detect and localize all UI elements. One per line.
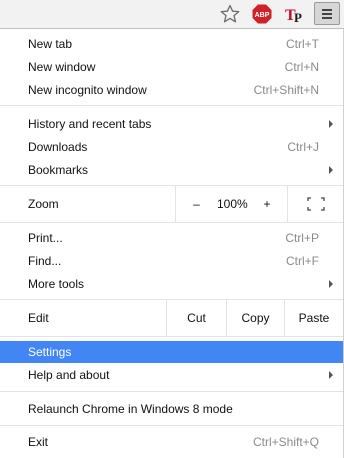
chrome-main-menu: New tab Ctrl+T New window Ctrl+N New inc… — [0, 28, 344, 458]
cut-button[interactable]: Cut — [166, 300, 226, 336]
menu-item-label: Downloads — [28, 140, 88, 154]
menu-item-exit[interactable]: Exit Ctrl+Shift+Q — [0, 431, 343, 453]
zoom-row: Zoom – 100% + — [0, 186, 343, 222]
tp-extension-icon[interactable]: T P — [283, 3, 307, 25]
cut-label: Cut — [187, 311, 206, 325]
tp-letter-p: P — [294, 10, 302, 25]
paste-button[interactable]: Paste — [284, 300, 343, 336]
submenu-arrow-icon — [329, 371, 333, 379]
menu-item-find[interactable]: Find... Ctrl+F — [0, 250, 343, 272]
menu-item-relaunch-windows-8[interactable]: Relaunch Chrome in Windows 8 mode — [0, 398, 343, 420]
zoom-out-button[interactable]: – — [175, 186, 217, 222]
menu-item-print[interactable]: Print... Ctrl+P — [0, 227, 343, 249]
menu-item-shortcut: Ctrl+P — [285, 231, 319, 245]
copy-label: Copy — [241, 311, 270, 325]
menu-item-new-incognito-window[interactable]: New incognito window Ctrl+Shift+N — [0, 79, 343, 101]
menu-item-shortcut: Ctrl+J — [287, 140, 319, 154]
menu-item-label: New tab — [28, 37, 73, 51]
zoom-in-button[interactable]: + — [247, 186, 287, 222]
submenu-arrow-icon — [329, 120, 333, 128]
menu-separator — [0, 222, 343, 223]
menu-item-label: Find... — [28, 254, 62, 268]
browser-toolbar: ABP T P — [0, 0, 344, 28]
zoom-plus-label: + — [263, 197, 271, 211]
menu-separator — [0, 105, 343, 106]
edit-label: Edit — [28, 311, 49, 325]
menu-item-label: More tools — [28, 277, 85, 291]
zoom-value: 100% — [217, 197, 248, 211]
menu-item-label: Exit — [28, 435, 49, 449]
chrome-menu-button[interactable] — [314, 2, 340, 25]
menu-item-label: Print... — [28, 231, 63, 245]
menu-item-label: History and recent tabs — [28, 117, 152, 131]
menu-item-bookmarks[interactable]: Bookmarks — [0, 159, 343, 181]
menu-item-shortcut: Ctrl+N — [284, 60, 319, 74]
menu-separator — [0, 425, 343, 426]
menu-item-more-tools[interactable]: More tools — [0, 273, 343, 295]
menu-item-shortcut: Ctrl+Shift+N — [253, 83, 319, 97]
menu-item-new-tab[interactable]: New tab Ctrl+T — [0, 33, 343, 55]
menu-item-downloads[interactable]: Downloads Ctrl+J — [0, 136, 343, 158]
bookmark-star-icon[interactable] — [220, 4, 240, 24]
menu-item-settings[interactable]: Settings — [0, 341, 343, 363]
menu-separator — [0, 336, 343, 337]
menu-item-shortcut: Ctrl+Shift+Q — [252, 435, 319, 449]
fullscreen-icon — [306, 197, 325, 211]
menu-item-label: New window — [28, 60, 96, 74]
menu-item-label: Help and about — [28, 368, 110, 382]
adblock-label: ABP — [255, 12, 270, 19]
zoom-level: 100% — [217, 186, 248, 222]
copy-button[interactable]: Copy — [226, 300, 284, 336]
menu-item-label: New incognito window — [28, 83, 147, 97]
zoom-minus-label: – — [193, 197, 200, 211]
submenu-arrow-icon — [329, 166, 333, 174]
zoom-label: Zoom — [28, 197, 59, 211]
menu-item-history[interactable]: History and recent tabs — [0, 113, 343, 135]
adblock-plus-icon[interactable]: ABP — [252, 4, 272, 24]
menu-item-shortcut: Ctrl+T — [286, 37, 319, 51]
edit-row: Edit Cut Copy Paste — [0, 300, 343, 336]
menu-item-new-window[interactable]: New window Ctrl+N — [0, 56, 343, 78]
paste-label: Paste — [298, 311, 330, 325]
fullscreen-button[interactable] — [287, 186, 343, 222]
menu-item-label: Relaunch Chrome in Windows 8 mode — [28, 402, 233, 416]
menu-item-shortcut: Ctrl+F — [286, 254, 319, 268]
hamburger-menu-icon — [322, 9, 332, 19]
submenu-arrow-icon — [329, 280, 333, 288]
menu-item-label: Settings — [28, 345, 72, 359]
menu-separator — [0, 391, 343, 392]
menu-item-help-and-about[interactable]: Help and about — [0, 364, 343, 386]
menu-item-label: Bookmarks — [28, 163, 89, 177]
